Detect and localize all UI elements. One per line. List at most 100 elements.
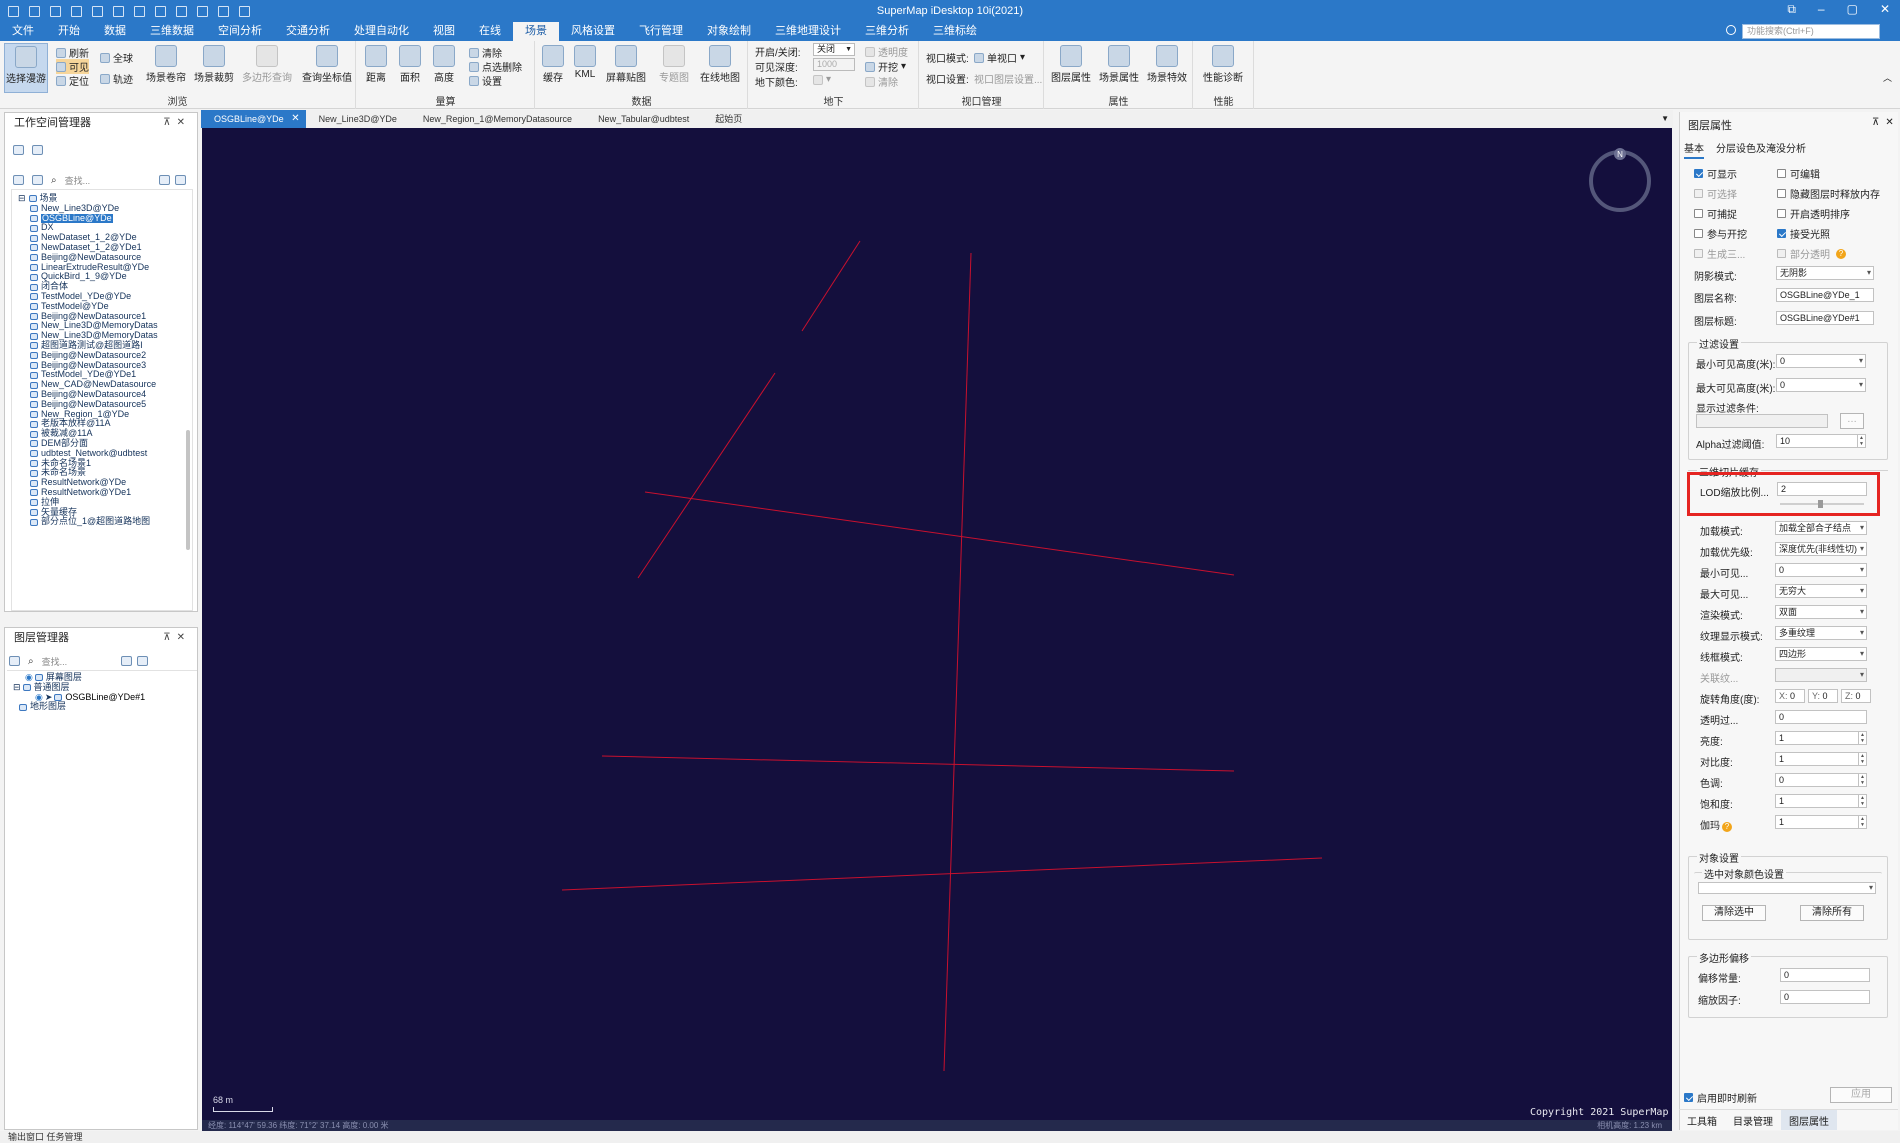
property-checkbox[interactable]: 接受光照 [1777,226,1830,241]
new-workspace-icon[interactable] [29,5,40,17]
clear-all-button[interactable]: 清除所有 [1800,905,1864,921]
tab-new-tabular[interactable]: New_Tabular@udbtest [585,110,702,128]
menu-data[interactable]: 数据 [92,22,138,41]
property-input[interactable]: 1 ▲ ▼ [1775,752,1867,766]
help-icon[interactable]: ? [1836,248,1846,259]
scene-viewport[interactable]: N 68 m Copyright 2021 SuperMap [202,128,1672,1130]
excavate-button[interactable]: 开挖 ▾ [865,59,906,74]
full-extent-icon[interactable] [176,5,187,17]
scene-properties-button[interactable]: 场景属性 [1097,43,1141,84]
scene-roll-button[interactable]: 场景卷帘 [144,43,188,84]
spinner-icon[interactable]: ▲ ▼ [1858,795,1866,807]
save-icon[interactable] [71,5,82,17]
scene-node[interactable]: 部分点位_1@超图道路地图 [30,516,158,527]
underground-color-picker[interactable]: ▾ [813,74,831,85]
property-input[interactable]: 0 ▾ [1775,563,1867,577]
tab-new-region[interactable]: New_Region_1@MemoryDatasource [410,110,585,128]
layer-search-input[interactable]: 查找... [42,655,68,668]
apply-button[interactable]: 应用 [1830,1087,1892,1103]
compass[interactable]: N [1589,148,1651,212]
zoom-in-icon[interactable] [134,5,145,17]
menu-flight[interactable]: 飞行管理 [627,22,695,41]
workspace-search-input[interactable]: 查找... [65,174,91,187]
property-input[interactable]: 深度优先(非线性切) ▾ [1775,542,1867,556]
tab-hypsometric[interactable]: 分层设色及淹没分析 [1716,140,1806,159]
tab-catalog[interactable]: 目录管理 [1725,1110,1781,1130]
collapse-toggle-icon[interactable]: ⊟ [18,193,26,204]
eye-icon[interactable]: ◉ [25,672,33,683]
maximize-icon[interactable]: ▢ [1847,2,1858,17]
scene-effects-button[interactable]: 场景特效 [1145,43,1189,84]
zoom-out-icon[interactable] [155,5,166,17]
menu-online[interactable]: 在线 [467,22,513,41]
menu-3d-analysis[interactable]: 三维分析 [853,22,921,41]
tab-start-page[interactable]: 起始页 [702,110,755,128]
pin-icon[interactable]: ⊼ [163,117,176,128]
checkbox-box[interactable] [1777,189,1786,198]
pick-delete-button[interactable]: 点选删除 [469,59,522,74]
display-filter-browse-button[interactable]: … [1840,413,1864,429]
property-input[interactable]: 双面 ▾ [1775,605,1867,619]
menu-3d-data[interactable]: 三维数据 [138,22,206,41]
expand-icon[interactable] [175,175,186,185]
online-map-button[interactable]: 在线地图 [698,43,742,84]
lod-scale-slider[interactable] [1780,500,1864,508]
spinner-icon[interactable]: ▲ ▼ [1858,732,1866,744]
distance-button[interactable]: 距离 [361,43,391,84]
select-arrow-icon[interactable] [92,5,103,17]
viewport-mode-select[interactable]: 单视口 ▾ [974,50,1025,65]
slider-thumb[interactable] [1818,500,1823,508]
lod-scale-input[interactable]: 2 [1777,482,1867,496]
menu-file[interactable]: 文件 [0,22,46,41]
footer-bar[interactable]: 输出窗口 任务管理 [0,1131,1900,1143]
performance-diagnose-button[interactable]: 性能诊断 [1200,43,1246,84]
property-checkbox[interactable]: 部分透明? [1777,246,1846,261]
property-input[interactable]: 多重纹理 ▾ [1775,626,1867,640]
checkbox-box[interactable] [1777,169,1786,178]
alpha-threshold-input[interactable]: 10 ▲ ▼ [1776,434,1866,448]
underground-toggle-select[interactable]: 关闭 ▼ [813,43,855,56]
help-icon[interactable]: ? [1722,822,1732,832]
clear-selected-button[interactable]: 清除选中 [1702,905,1766,921]
add-layer-icon[interactable] [9,656,20,666]
close-tab-icon[interactable]: ✕ [291,110,299,128]
checkbox-box[interactable] [1777,229,1786,238]
scene-clip-button[interactable]: 场景裁剪 [192,43,236,84]
property-checkbox[interactable]: 可捕捉 [1694,206,1737,221]
tab-basic[interactable]: 基本 [1684,140,1704,159]
tab-toolbox[interactable]: 工具箱 [1679,1110,1725,1130]
move-up-icon[interactable] [121,656,132,666]
new-icon[interactable] [32,175,43,185]
property-checkbox[interactable]: 参与开挖 [1694,226,1747,241]
property-input[interactable]: 0 [1775,710,1867,724]
close-icon[interactable]: ✕ [1880,2,1890,17]
property-input[interactable]: 0 ▲ ▼ [1775,773,1867,787]
spinner-icon[interactable]: ▲ ▼ [1857,435,1865,447]
polygon-query-button[interactable]: 多边形查询 [240,43,294,84]
property-checkbox[interactable]: 开启透明排序 [1777,206,1850,221]
scene-canvas[interactable]: N [202,128,1672,1130]
tab-layer-properties[interactable]: 图层属性 [1781,1110,1837,1130]
tab-new-line3d[interactable]: New_Line3D@YDe [306,110,410,128]
area-button[interactable]: 面积 [395,43,425,84]
terrain-layer-node[interactable]: 地形图层 [19,702,145,712]
spinner-icon[interactable]: ▲ ▼ [1858,816,1866,828]
checkbox-box[interactable] [1694,229,1703,238]
max-height-input[interactable]: 0 ▾ [1776,378,1866,392]
layer-name-input[interactable]: OSGBLine@YDe_1 [1776,288,1874,302]
measure-clear-button[interactable]: 清除 [469,45,502,60]
rotation-x-input[interactable]: X: 0 [1775,689,1805,703]
kml-button[interactable]: KML [570,43,600,80]
transparency-button[interactable]: 透明度 [865,44,908,59]
pin-icon[interactable]: ⊼ [163,632,176,643]
height-button[interactable]: 高度 [429,43,459,84]
track-button[interactable]: 轨迹 [100,71,133,86]
selection-color-picker[interactable]: ▾ [1698,882,1876,894]
menu-automation[interactable]: 处理自动化 [342,22,421,41]
shadow-mode-select[interactable]: 无阴影 ▾ [1776,266,1874,280]
display-filter-input[interactable] [1696,414,1828,428]
menu-spatial-analysis[interactable]: 空间分析 [206,22,274,41]
layer-caption-input[interactable]: OSGBLine@YDe#1 [1776,311,1874,325]
close-icon[interactable]: ✕ [1885,117,1899,128]
layer-properties-button[interactable]: 图层属性 [1049,43,1093,84]
